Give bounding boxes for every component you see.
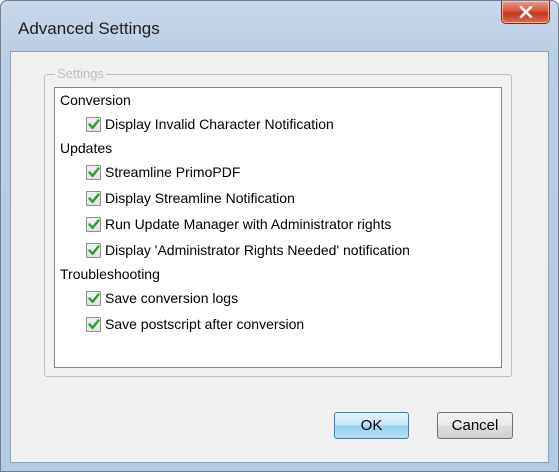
section-label-conversion: Conversion [60, 92, 131, 108]
section-label-updates: Updates [60, 140, 113, 156]
option-streamline-primopdf[interactable]: Streamline PrimoPDF [86, 162, 240, 182]
settings-list: Conversion Display Invalid Character Not… [54, 87, 502, 368]
checkmark-icon [87, 318, 100, 329]
option-label: Save postscript after conversion [105, 316, 305, 332]
close-button[interactable] [501, 1, 550, 24]
close-x-icon [519, 6, 532, 18]
checkbox[interactable] [86, 164, 101, 180]
option-label: Save conversion logs [105, 290, 239, 306]
checkbox[interactable] [86, 242, 101, 258]
option-display-streamline-notification[interactable]: Display Streamline Notification [86, 188, 295, 208]
checkbox[interactable] [86, 290, 101, 306]
ok-button[interactable]: OK [334, 412, 409, 439]
checkmark-icon [87, 218, 100, 229]
checkmark-icon [87, 166, 100, 177]
checkmark-icon [87, 292, 100, 303]
option-label: Display Invalid Character Notification [105, 116, 334, 132]
option-label: Display 'Administrator Rights Needed' no… [105, 242, 410, 258]
window-title: Advanced Settings [18, 19, 160, 38]
section-label-troubleshooting: Troubleshooting [60, 266, 160, 282]
option-save-postscript[interactable]: Save postscript after conversion [86, 314, 304, 334]
option-label: Display Streamline Notification [105, 190, 295, 206]
option-display-invalid-character-notification[interactable]: Display Invalid Character Notification [86, 114, 334, 134]
checkmark-icon [87, 244, 100, 255]
settings-group-label: Settings [55, 66, 106, 81]
option-run-update-manager-admin[interactable]: Run Update Manager with Administrator ri… [86, 214, 391, 234]
dialog-client-area: Settings Conversion Display Invalid Char… [10, 51, 549, 463]
settings-groupbox: Settings Conversion Display Invalid Char… [44, 66, 512, 377]
checkmark-icon [87, 118, 100, 129]
option-label: Run Update Manager with Administrator ri… [105, 216, 392, 232]
option-label: Streamline PrimoPDF [105, 164, 241, 180]
checkbox[interactable] [86, 116, 101, 132]
title-bar[interactable]: Advanced Settings [1, 1, 558, 53]
checkbox[interactable] [86, 316, 101, 332]
dialog-window: Advanced Settings Settings Conversion Di… [0, 0, 559, 472]
cancel-button[interactable]: Cancel [437, 412, 513, 439]
checkbox[interactable] [86, 190, 101, 206]
checkbox[interactable] [86, 216, 101, 232]
option-display-admin-rights-notification[interactable]: Display 'Administrator Rights Needed' no… [86, 240, 410, 260]
option-save-conversion-logs[interactable]: Save conversion logs [86, 288, 238, 308]
checkmark-icon [87, 192, 100, 203]
